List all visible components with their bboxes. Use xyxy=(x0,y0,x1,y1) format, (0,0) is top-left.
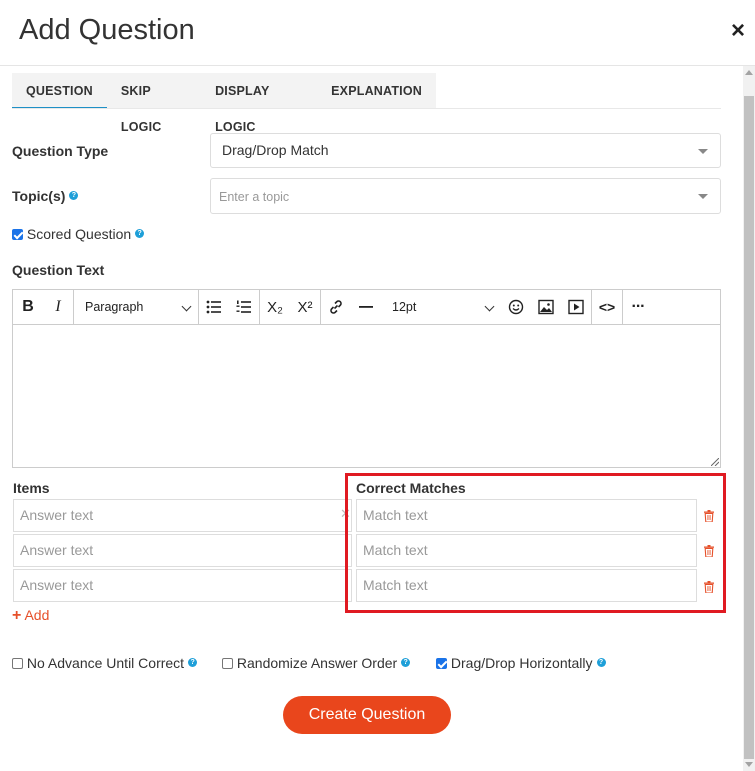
drag-horizontal-option: Drag/Drop Horizontally? xyxy=(436,655,606,671)
topics-placeholder: Enter a topic xyxy=(219,190,290,204)
font-size-dropdown[interactable]: 12pt xyxy=(381,290,501,324)
scored-question-label: Scored Question xyxy=(26,226,132,242)
items-label: Items xyxy=(13,480,50,496)
scored-question-row: Scored Question? xyxy=(12,226,145,242)
create-question-button[interactable]: Create Question xyxy=(283,696,451,734)
randomize-option: Randomize Answer Order? xyxy=(222,655,411,671)
tab-divider xyxy=(12,108,721,109)
help-icon[interactable]: ? xyxy=(401,658,411,667)
font-size-value: 12pt xyxy=(392,300,417,314)
add-row-button[interactable]: + Add xyxy=(12,607,49,625)
dialog-header: Add Question × xyxy=(0,0,755,66)
topics-label-wrap: Topic(s)? xyxy=(12,188,79,204)
block-format-value: Paragraph xyxy=(85,300,144,314)
correct-matches-highlight xyxy=(345,473,726,613)
superscript-button[interactable]: X² xyxy=(290,290,320,324)
vertical-scrollbar[interactable] xyxy=(743,66,755,771)
drag-horizontal-checkbox[interactable] xyxy=(436,658,447,669)
tab-bar: QUESTION SKIP LOGIC DISPLAY LOGIC EXPLAN… xyxy=(12,73,436,134)
plus-icon: + xyxy=(12,607,22,624)
chevron-down-icon xyxy=(181,301,192,312)
numbered-list-icon[interactable] xyxy=(229,290,259,324)
question-type-value: Drag/Drop Match xyxy=(222,142,329,158)
tab-explanation[interactable]: EXPLANATION xyxy=(317,73,436,109)
rich-text-editor: B I Paragraph X₂ X² 12pt <> ··· xyxy=(12,289,721,468)
more-options-button[interactable]: ··· xyxy=(623,290,653,324)
drag-horizontal-label: Drag/Drop Horizontally xyxy=(450,655,593,671)
no-advance-checkbox[interactable] xyxy=(12,658,23,669)
question-text-label: Question Text xyxy=(12,262,105,278)
item-input[interactable]: Answer text xyxy=(13,499,352,532)
chevron-down-icon xyxy=(698,148,708,154)
topics-select[interactable]: Enter a topic xyxy=(210,178,721,214)
no-advance-option: No Advance Until Correct? xyxy=(12,655,198,671)
resize-handle-icon[interactable] xyxy=(711,458,719,466)
media-icon[interactable] xyxy=(561,290,591,324)
question-type-select[interactable]: Drag/Drop Match xyxy=(210,133,721,168)
chevron-down-icon xyxy=(698,194,708,199)
help-icon[interactable]: ? xyxy=(188,658,198,667)
source-code-button[interactable]: <> xyxy=(592,290,622,324)
subscript-button[interactable]: X₂ xyxy=(260,290,290,324)
help-icon[interactable]: ? xyxy=(69,191,79,200)
editor-content-area[interactable] xyxy=(13,325,720,467)
scroll-thumb[interactable] xyxy=(744,96,754,759)
link-icon[interactable] xyxy=(321,290,351,324)
help-icon[interactable]: ? xyxy=(596,658,606,667)
chevron-down-icon xyxy=(484,301,495,312)
bold-button[interactable]: B xyxy=(13,290,43,324)
dialog-title: Add Question xyxy=(19,14,195,46)
image-icon[interactable] xyxy=(531,290,561,324)
randomize-label: Randomize Answer Order xyxy=(236,655,398,671)
add-row-label: Add xyxy=(24,607,50,623)
scored-question-checkbox[interactable] xyxy=(12,229,23,240)
close-icon[interactable]: × xyxy=(731,18,745,44)
item-input[interactable]: Answer text xyxy=(13,569,352,602)
tab-skip-logic[interactable]: SKIP LOGIC xyxy=(107,73,201,134)
tab-question[interactable]: QUESTION xyxy=(12,73,107,109)
randomize-checkbox[interactable] xyxy=(222,658,233,669)
no-advance-label: No Advance Until Correct xyxy=(26,655,185,671)
topics-label: Topic(s) xyxy=(12,188,66,204)
item-input[interactable]: Answer text xyxy=(13,534,352,567)
scroll-up-arrow-icon[interactable] xyxy=(745,70,753,75)
emoji-icon[interactable] xyxy=(501,290,531,324)
question-type-label: Question Type xyxy=(12,143,109,159)
tab-display-logic[interactable]: DISPLAY LOGIC xyxy=(201,73,317,134)
help-icon[interactable]: ? xyxy=(135,229,145,238)
bullet-list-icon[interactable] xyxy=(199,290,229,324)
horizontal-rule-icon[interactable] xyxy=(351,290,381,324)
italic-button[interactable]: I xyxy=(43,290,73,324)
scroll-down-arrow-icon[interactable] xyxy=(745,762,753,767)
block-format-dropdown[interactable]: Paragraph xyxy=(74,290,198,324)
editor-toolbar: B I Paragraph X₂ X² 12pt <> ··· xyxy=(13,290,720,325)
